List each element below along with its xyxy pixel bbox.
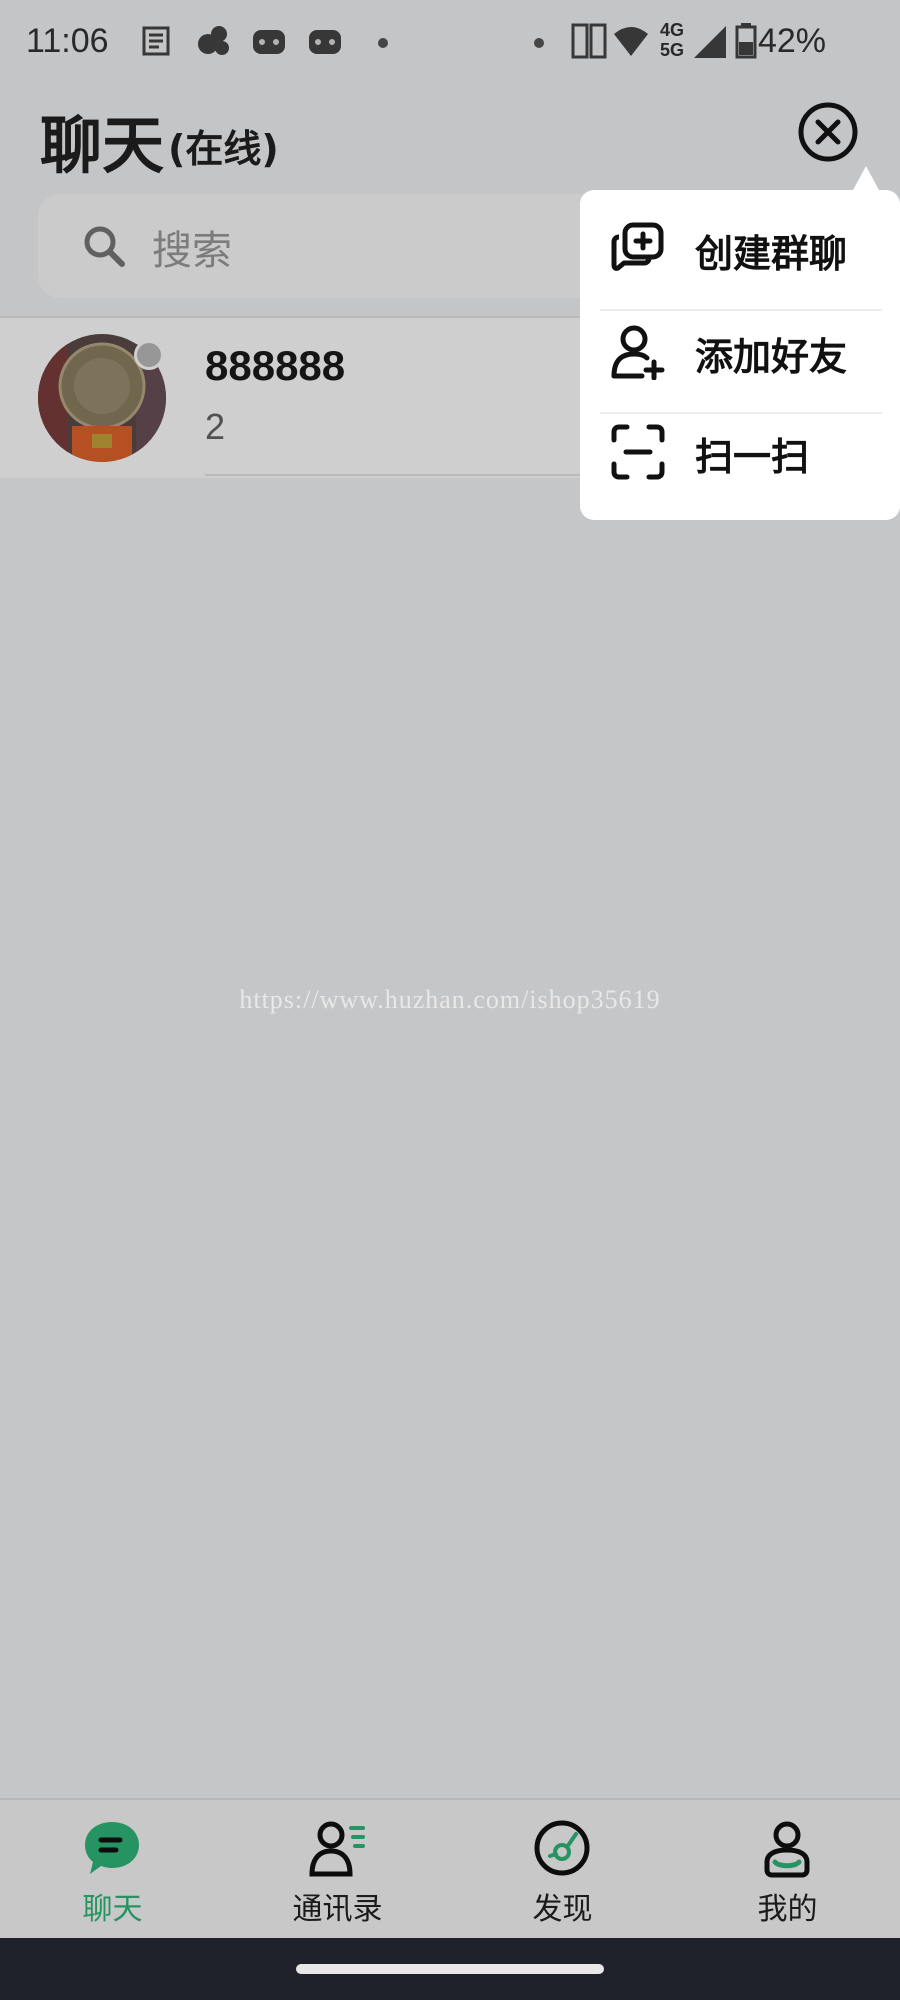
menu-item-add-friend[interactable]: 添加好友 [580, 298, 900, 400]
popup-menu: 创建群聊 添加好友 扫一扫 [580, 190, 900, 520]
chat-page: 11:06 4G 5G 42% 聊天 (在线) 搜索 888888 2 聊天 通… [0, 0, 900, 2000]
close-menu-button[interactable] [797, 101, 859, 163]
watermark-text: https://www.huzhan.com/ishop35619 [239, 985, 661, 1014]
menu-item-create-group[interactable]: 创建群聊 [580, 195, 900, 297]
home-gesture-handle[interactable] [296, 1964, 604, 1974]
popup-arrow [852, 166, 880, 192]
menu-item-scan[interactable]: 扫一扫 [580, 398, 900, 500]
menu-item-label: 创建群聊 [695, 232, 848, 276]
menu-item-label: 扫一扫 [695, 435, 810, 479]
menu-item-label: 添加好友 [695, 335, 848, 379]
system-navigation-bar [0, 1938, 900, 2000]
add-group-chat-icon [611, 222, 664, 271]
add-friend-icon [611, 325, 665, 380]
scan-icon [611, 424, 665, 480]
